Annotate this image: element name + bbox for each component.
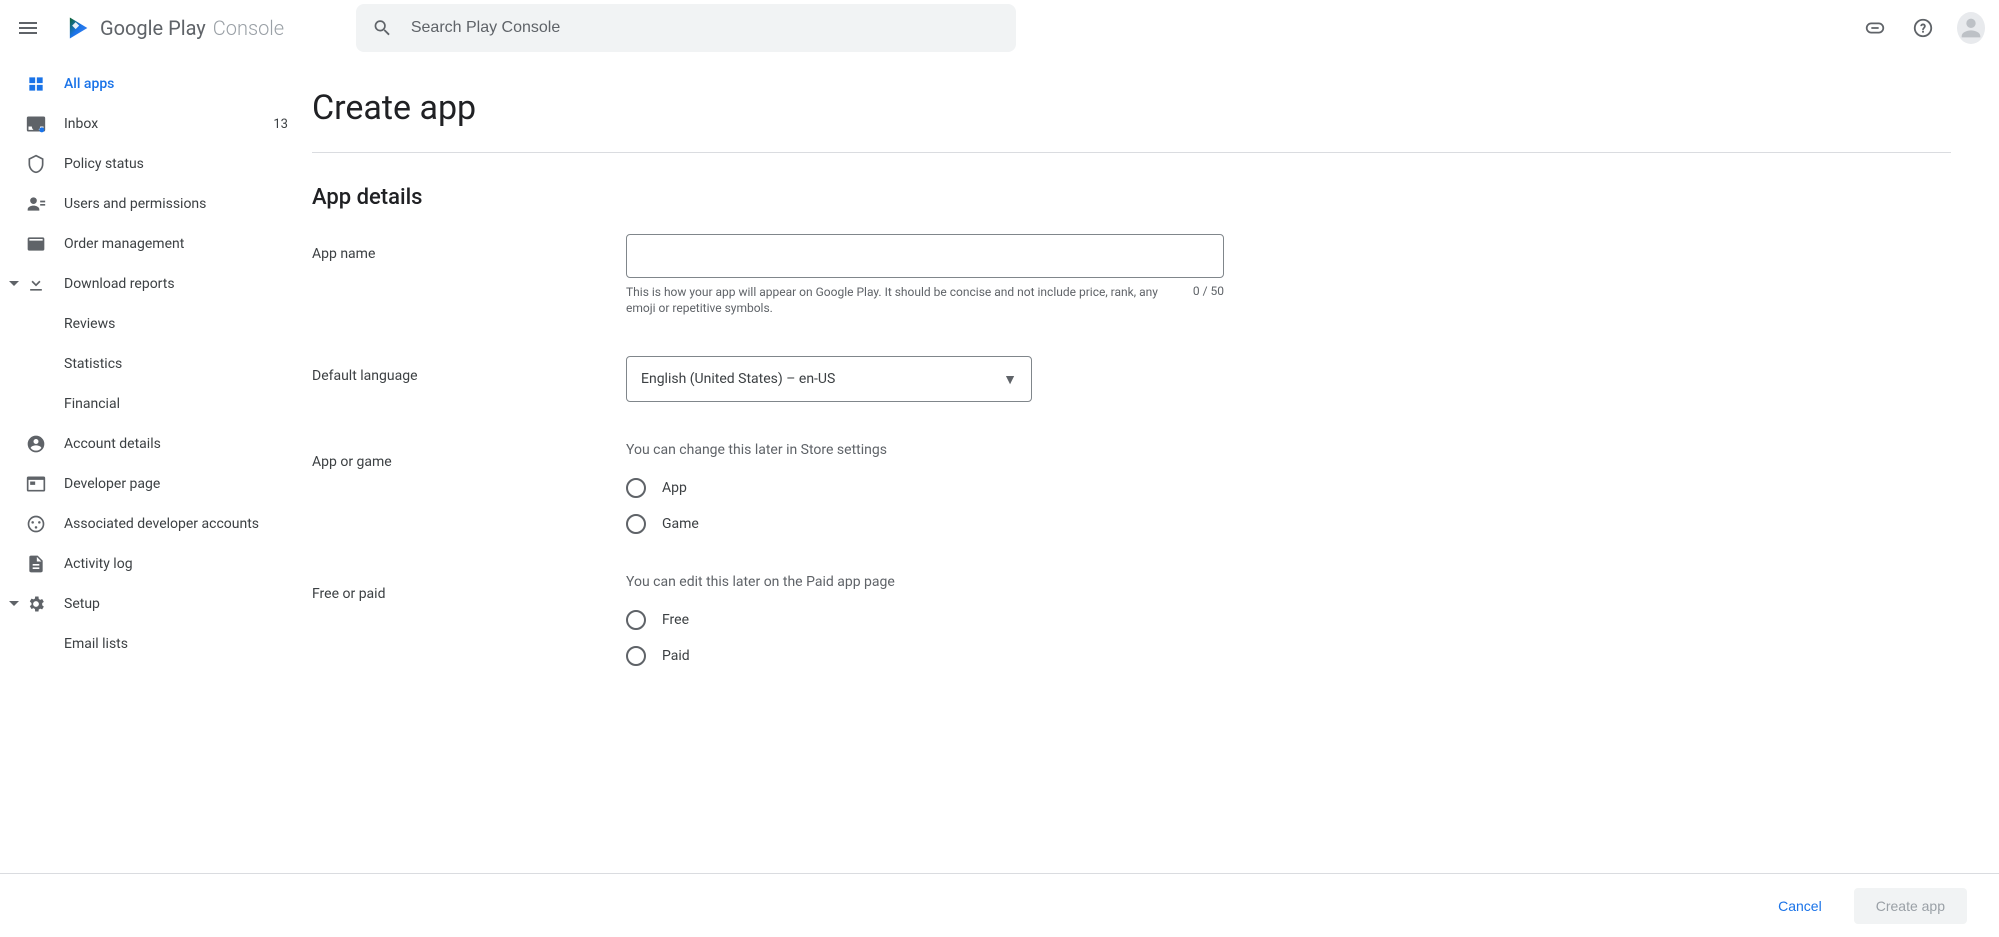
avatar [1957, 12, 1985, 44]
app-or-game-radio-app[interactable]: App [626, 478, 887, 498]
help-icon [1912, 17, 1934, 39]
sidebar-item-label: Download reports [64, 274, 288, 294]
sidebar-item-developer-page[interactable]: Developer page [0, 464, 300, 504]
header-bar: Google Play Console [0, 0, 1999, 56]
logo-text: Google Play Console [100, 16, 284, 40]
radio-label: App [662, 480, 687, 496]
order-management-icon [24, 232, 48, 256]
sidebar: All apps Inbox13 Policy status Users and pe… [0, 56, 312, 873]
sidebar-item-associated-accounts[interactable]: Associated developer accounts [0, 504, 300, 544]
sidebar-item-financial[interactable]: Financial [0, 384, 300, 424]
download-reports-icon [24, 272, 48, 296]
sidebar-item-label: Email lists [64, 634, 288, 654]
help-button[interactable] [1903, 8, 1943, 48]
sidebar-item-reviews[interactable]: Reviews [0, 304, 300, 344]
app-or-game-radio-game[interactable]: Game [626, 514, 887, 534]
sidebar-item-email-lists[interactable]: Email lists [0, 624, 300, 664]
sidebar-item-label: Order management [64, 234, 288, 254]
divider [312, 152, 1951, 153]
section-title: App details [312, 185, 1951, 210]
account-details-icon [24, 432, 48, 456]
radio-icon [626, 646, 646, 666]
search-icon [372, 17, 393, 39]
cancel-button[interactable]: Cancel [1758, 890, 1842, 922]
menu-button[interactable] [8, 8, 48, 48]
app-or-game-label: App or game [312, 442, 602, 534]
chevron-down-icon [4, 279, 24, 289]
free-or-paid-hint: You can edit this later on the Paid app … [626, 574, 895, 590]
radio-label: Game [662, 516, 699, 532]
sidebar-item-label: Policy status [64, 154, 288, 174]
free-or-paid-radio-free[interactable]: Free [626, 610, 895, 630]
sidebar-item-label: Setup [64, 594, 288, 614]
radio-label: Free [662, 612, 689, 628]
default-language-select[interactable]: English (United States) – en-US ▼ [626, 356, 1032, 402]
sidebar-item-label: Reviews [64, 314, 288, 334]
sidebar-item-statistics[interactable]: Statistics [0, 344, 300, 384]
radio-label: Paid [662, 648, 690, 664]
link-icon [1864, 17, 1886, 39]
sidebar-item-users-permissions[interactable]: Users and permissions [0, 184, 300, 224]
sidebar-item-activity-log[interactable]: Activity log [0, 544, 300, 584]
main-content: Create app App details App name This is … [312, 56, 1999, 873]
chevron-down-icon: ▼ [1003, 371, 1017, 388]
radio-icon [626, 514, 646, 534]
sidebar-item-label: Developer page [64, 474, 288, 494]
sidebar-badge: 13 [273, 117, 288, 132]
radio-icon [626, 478, 646, 498]
sidebar-item-label: Users and permissions [64, 194, 288, 214]
users-permissions-icon [24, 192, 48, 216]
sidebar-item-label: All apps [64, 74, 288, 94]
inbox-icon [24, 112, 48, 136]
sidebar-item-download-reports[interactable]: Download reports [0, 264, 300, 304]
page-title: Create app [312, 88, 1951, 128]
logo[interactable]: Google Play Console [56, 14, 292, 42]
play-console-logo-icon [64, 14, 92, 42]
activity-log-icon [24, 552, 48, 576]
free-or-paid-radio-paid[interactable]: Paid [626, 646, 895, 666]
default-language-label: Default language [312, 356, 602, 402]
account-button[interactable] [1951, 8, 1991, 48]
associated-accounts-icon [24, 512, 48, 536]
free-or-paid-label: Free or paid [312, 574, 602, 666]
all-apps-icon [24, 72, 48, 96]
sidebar-item-account-details[interactable]: Account details [0, 424, 300, 464]
app-or-game-hint: You can change this later in Store setti… [626, 442, 887, 458]
sidebar-item-label: Account details [64, 434, 288, 454]
link-button[interactable] [1855, 8, 1895, 48]
sidebar-item-policy-status[interactable]: Policy status [0, 144, 300, 184]
default-language-value: English (United States) – en-US [641, 371, 835, 387]
sidebar-item-label: Statistics [64, 354, 288, 374]
sidebar-item-label: Activity log [64, 554, 288, 574]
app-name-help: This is how your app will appear on Goog… [626, 284, 1177, 316]
footer-actions: Cancel Create app [0, 873, 1999, 937]
sidebar-item-label: Associated developer accounts [64, 514, 288, 534]
person-icon [1957, 14, 1985, 42]
sidebar-item-setup[interactable]: Setup [0, 584, 300, 624]
chevron-down-icon [4, 599, 24, 609]
sidebar-item-inbox[interactable]: Inbox13 [0, 104, 300, 144]
app-name-input[interactable] [626, 234, 1224, 278]
app-name-label: App name [312, 234, 602, 316]
sidebar-item-label: Financial [64, 394, 288, 414]
radio-icon [626, 610, 646, 630]
sidebar-item-all-apps[interactable]: All apps [0, 64, 300, 104]
menu-icon [16, 16, 40, 40]
sidebar-item-order-management[interactable]: Order management [0, 224, 300, 264]
app-name-counter: 0 / 50 [1193, 284, 1224, 316]
search-input[interactable] [409, 18, 1000, 38]
sidebar-item-label: Inbox [64, 114, 273, 134]
developer-page-icon [24, 472, 48, 496]
setup-icon [24, 592, 48, 616]
search-bar[interactable] [356, 4, 1016, 52]
policy-status-icon [24, 152, 48, 176]
create-app-button[interactable]: Create app [1854, 888, 1967, 924]
